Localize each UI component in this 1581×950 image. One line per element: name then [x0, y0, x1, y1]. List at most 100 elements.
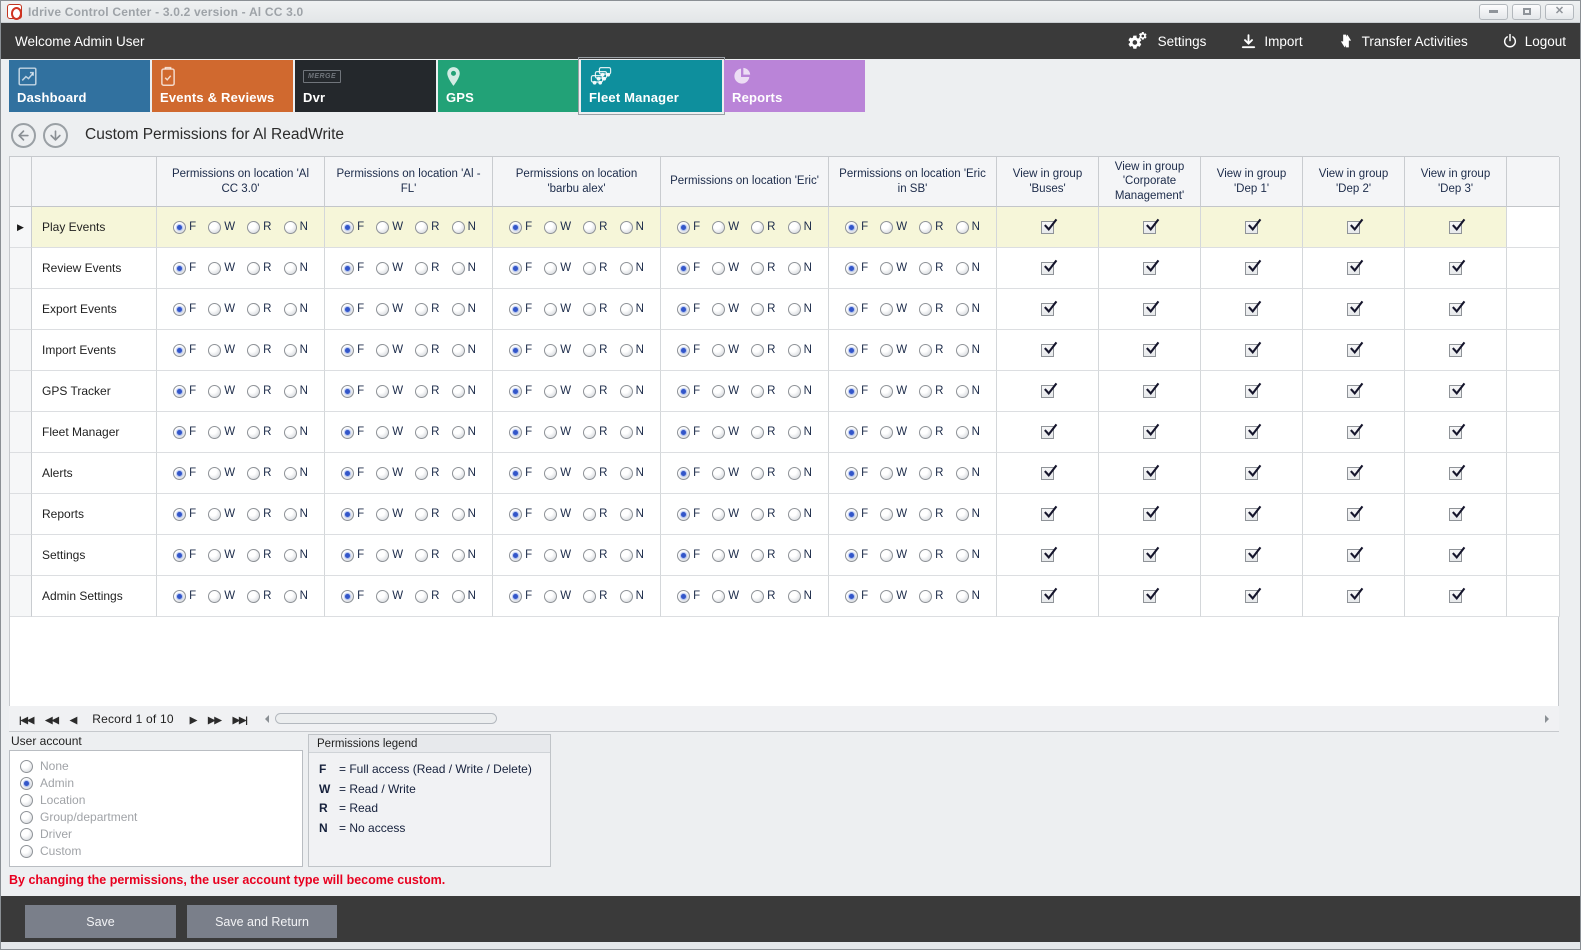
permission-radio-W[interactable]: W	[208, 385, 235, 398]
scroll-left-icon[interactable]	[261, 715, 269, 723]
tab-gps[interactable]: GPS	[438, 60, 579, 112]
permission-radio-F[interactable]: F	[509, 262, 532, 275]
permission-radio-R[interactable]: R	[415, 508, 439, 521]
permission-radio-R[interactable]: R	[583, 590, 607, 603]
permission-radio-R[interactable]: R	[751, 262, 775, 275]
group-checkbox[interactable]	[1245, 262, 1258, 275]
row-label[interactable]: Alerts	[32, 453, 157, 494]
permission-radio-F[interactable]: F	[173, 590, 196, 603]
permission-radio-F[interactable]: F	[173, 467, 196, 480]
close-button[interactable]: ✕	[1545, 4, 1574, 20]
permission-radio-N[interactable]: N	[788, 426, 812, 439]
permission-radio-W[interactable]: W	[712, 385, 739, 398]
group-checkbox[interactable]	[1041, 467, 1054, 480]
permission-radio-W[interactable]: W	[376, 508, 403, 521]
permission-radio-R[interactable]: R	[751, 549, 775, 562]
minimize-button[interactable]	[1479, 4, 1508, 20]
permission-radio-N[interactable]: N	[452, 303, 476, 316]
permission-radio-W[interactable]: W	[544, 344, 571, 357]
group-checkbox[interactable]	[1347, 508, 1360, 521]
permission-radio-F[interactable]: F	[341, 549, 364, 562]
group-checkbox[interactable]	[1041, 262, 1054, 275]
next-record-button[interactable]: ▶	[184, 715, 202, 726]
permission-radio-F[interactable]: F	[509, 221, 532, 234]
permission-radio-R[interactable]: R	[247, 508, 271, 521]
group-checkbox[interactable]	[1143, 426, 1156, 439]
permission-radio-N[interactable]: N	[284, 303, 308, 316]
permission-radio-N[interactable]: N	[452, 426, 476, 439]
permission-radio-F[interactable]: F	[845, 385, 868, 398]
group-checkbox[interactable]	[1143, 467, 1156, 480]
permission-radio-N[interactable]: N	[620, 221, 644, 234]
group-checkbox[interactable]	[1041, 221, 1054, 234]
group-checkbox[interactable]	[1245, 221, 1258, 234]
permission-radio-N[interactable]: N	[956, 385, 980, 398]
permission-radio-W[interactable]: W	[376, 385, 403, 398]
back-button[interactable]	[11, 123, 36, 148]
permission-radio-F[interactable]: F	[341, 590, 364, 603]
permission-radio-F[interactable]: F	[341, 426, 364, 439]
permission-radio-F[interactable]: F	[845, 262, 868, 275]
permission-radio-W[interactable]: W	[880, 385, 907, 398]
permission-radio-F[interactable]: F	[845, 549, 868, 562]
permission-radio-W[interactable]: W	[376, 262, 403, 275]
permission-radio-W[interactable]: W	[880, 344, 907, 357]
permission-radio-W[interactable]: W	[208, 508, 235, 521]
permission-radio-W[interactable]: W	[208, 221, 235, 234]
permission-radio-R[interactable]: R	[751, 590, 775, 603]
permission-radio-W[interactable]: W	[880, 303, 907, 316]
permission-radio-R[interactable]: R	[751, 467, 775, 480]
permission-radio-F[interactable]: F	[173, 344, 196, 357]
permission-radio-W[interactable]: W	[880, 590, 907, 603]
transfer-activities-button[interactable]: Transfer Activities	[1337, 32, 1468, 50]
group-checkbox[interactable]	[1347, 303, 1360, 316]
tab-fleet-manager[interactable]: Fleet Manager	[581, 60, 722, 112]
permission-radio-W[interactable]: W	[544, 385, 571, 398]
permission-radio-R[interactable]: R	[919, 467, 943, 480]
logout-button[interactable]: Logout	[1502, 33, 1566, 49]
group-checkbox[interactable]	[1347, 385, 1360, 398]
permission-radio-W[interactable]: W	[376, 590, 403, 603]
row-label[interactable]: Fleet Manager	[32, 412, 157, 453]
permission-radio-R[interactable]: R	[415, 221, 439, 234]
group-checkbox[interactable]	[1347, 590, 1360, 603]
group-checkbox[interactable]	[1041, 385, 1054, 398]
settings-button[interactable]: Settings	[1127, 31, 1207, 51]
permission-radio-N[interactable]: N	[284, 385, 308, 398]
permission-radio-F[interactable]: F	[173, 508, 196, 521]
permission-radio-F[interactable]: F	[677, 590, 700, 603]
group-checkbox[interactable]	[1347, 262, 1360, 275]
permission-radio-W[interactable]: W	[544, 262, 571, 275]
permission-radio-R[interactable]: R	[751, 426, 775, 439]
permission-radio-R[interactable]: R	[247, 344, 271, 357]
permission-radio-R[interactable]: R	[247, 385, 271, 398]
row-label[interactable]: Import Events	[32, 330, 157, 371]
permission-radio-W[interactable]: W	[880, 221, 907, 234]
group-checkbox[interactable]	[1449, 590, 1462, 603]
permission-radio-N[interactable]: N	[956, 426, 980, 439]
group-checkbox[interactable]	[1245, 385, 1258, 398]
expand-down-button[interactable]	[43, 123, 68, 148]
permission-radio-W[interactable]: W	[880, 262, 907, 275]
permission-radio-N[interactable]: N	[452, 344, 476, 357]
group-checkbox[interactable]	[1245, 508, 1258, 521]
group-checkbox[interactable]	[1245, 467, 1258, 480]
horizontal-scrollbar[interactable]	[261, 712, 1555, 726]
permission-radio-W[interactable]: W	[208, 590, 235, 603]
permission-radio-R[interactable]: R	[919, 385, 943, 398]
group-checkbox[interactable]	[1347, 426, 1360, 439]
permission-radio-F[interactable]: F	[677, 221, 700, 234]
permission-radio-R[interactable]: R	[247, 262, 271, 275]
permission-radio-R[interactable]: R	[415, 303, 439, 316]
group-checkbox[interactable]	[1449, 549, 1462, 562]
permission-radio-W[interactable]: W	[544, 221, 571, 234]
permission-radio-F[interactable]: F	[509, 467, 532, 480]
permission-radio-R[interactable]: R	[247, 426, 271, 439]
permission-radio-N[interactable]: N	[284, 467, 308, 480]
permission-radio-R[interactable]: R	[247, 221, 271, 234]
account-type-option-driver[interactable]: Driver	[20, 827, 292, 841]
permission-radio-R[interactable]: R	[415, 344, 439, 357]
permission-radio-F[interactable]: F	[173, 385, 196, 398]
permission-radio-W[interactable]: W	[544, 467, 571, 480]
permission-radio-R[interactable]: R	[583, 303, 607, 316]
